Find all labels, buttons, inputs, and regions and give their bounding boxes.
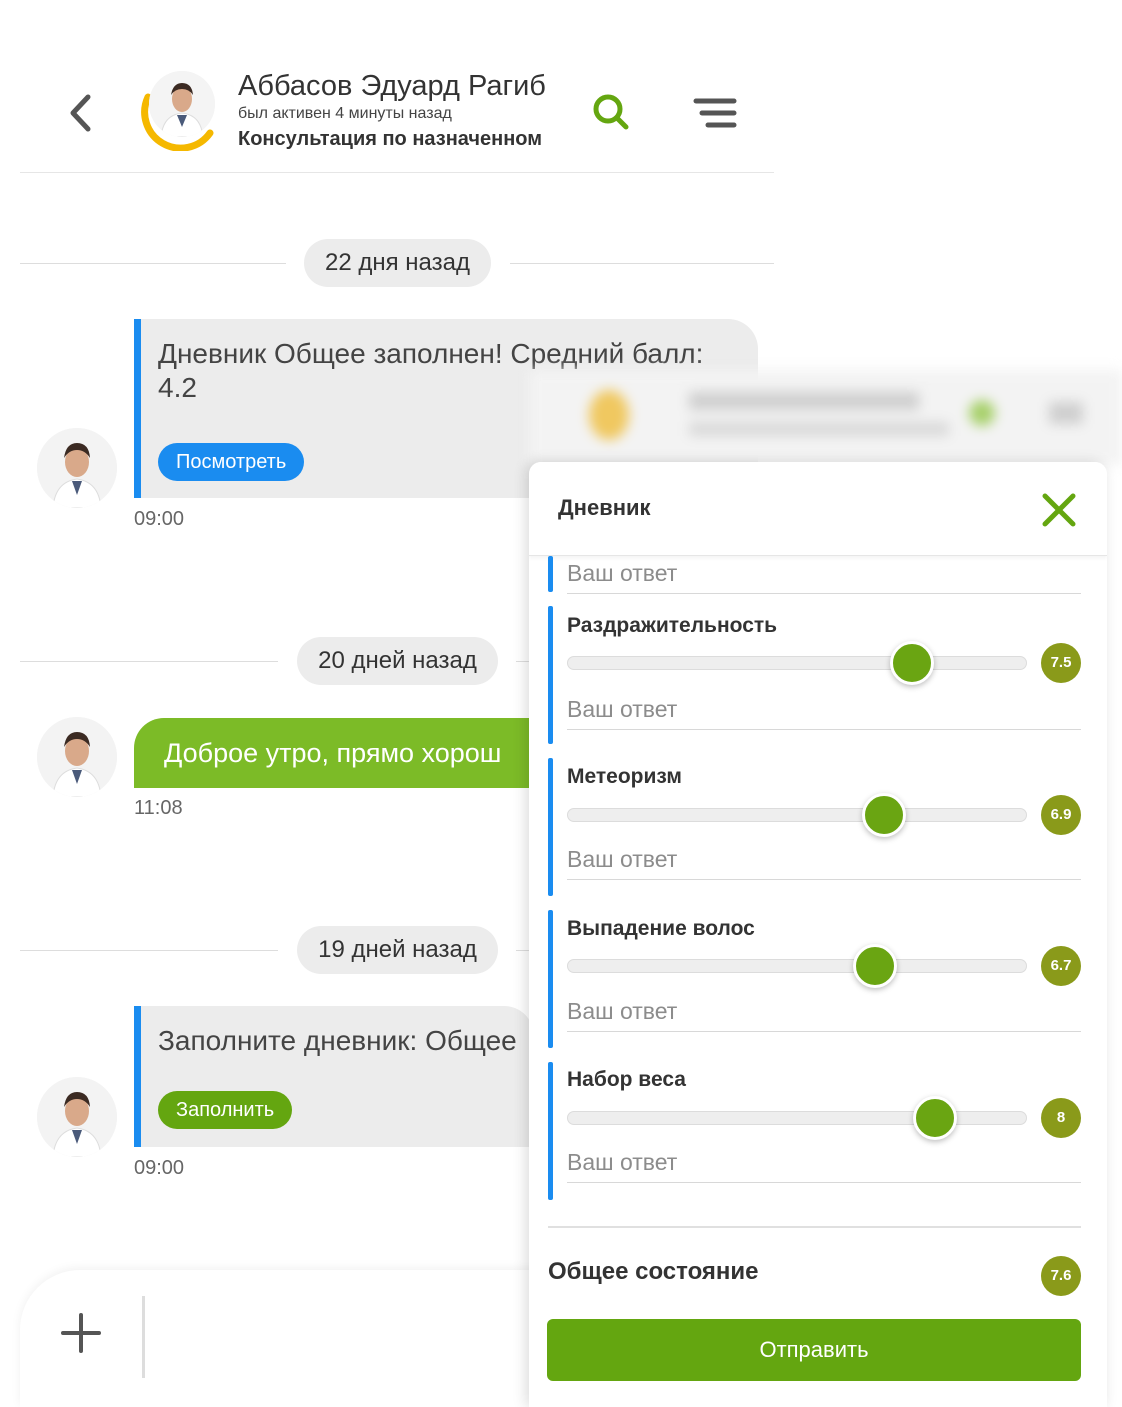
score-badge: 8 — [1041, 1098, 1081, 1138]
diary-title: Дневник — [558, 495, 651, 520]
consultation-topic: Консультация по назначенном — [238, 128, 543, 150]
last-seen-status: был активен 4 минуты назад — [238, 105, 452, 122]
total-label: Общее состояние — [548, 1258, 759, 1285]
answer-input[interactable] — [567, 690, 1081, 730]
message-text: Заполните дневник: Общее — [158, 1025, 517, 1056]
question-marker — [548, 556, 553, 592]
menu-button[interactable] — [692, 93, 738, 133]
date-separator: 22 дня назад — [20, 239, 774, 287]
date-label: 22 дня назад — [304, 239, 491, 287]
slider-thumb[interactable] — [913, 1096, 957, 1140]
blurred-background-header — [529, 370, 1122, 465]
date-label: 20 дней назад — [297, 637, 498, 685]
message-time: 09:00 — [134, 1157, 185, 1179]
back-button[interactable] — [64, 93, 98, 133]
question-marker — [548, 606, 553, 744]
doctor-name: Аббасов Эдуард Рагиб — [238, 70, 546, 102]
question-label: Выпадение волос — [567, 917, 755, 940]
question-label: Раздражительность — [567, 614, 778, 637]
total-score-badge: 7.6 — [1041, 1256, 1081, 1296]
message-text: Дневник Общее заполнен! Средний балл: — [158, 338, 704, 369]
rating-slider[interactable] — [567, 1111, 1027, 1125]
date-label: 19 дней назад — [297, 926, 498, 974]
doctor-avatar[interactable] — [37, 428, 117, 508]
question-marker — [548, 758, 553, 896]
attach-button[interactable] — [60, 1312, 102, 1354]
score-badge: 7.5 — [1041, 643, 1081, 683]
fill-button[interactable]: Заполнить — [158, 1091, 293, 1129]
message-time: 09:00 — [134, 508, 185, 530]
question-marker — [548, 1062, 553, 1200]
message-bubble: Доброе утро, прямо хорош — [134, 718, 534, 788]
close-icon — [1042, 493, 1076, 527]
composer-divider — [142, 1296, 145, 1378]
chat-header: Аббасов Эдуард Рагиб был активен 4 минут… — [20, 55, 774, 173]
answer-input[interactable] — [567, 992, 1081, 1032]
doctor-photo — [149, 71, 215, 137]
slider-thumb[interactable] — [890, 641, 934, 685]
diary-panel-header: Дневник — [529, 462, 1107, 556]
header-avatar[interactable] — [138, 67, 222, 151]
message-time: 11:08 — [134, 797, 183, 819]
doctor-avatar[interactable] — [37, 1077, 117, 1157]
slider-thumb[interactable] — [853, 944, 898, 988]
fill-diary-message: Заполните дневник: Общее Заполнить — [134, 1006, 534, 1147]
question-marker — [548, 910, 553, 1048]
close-button[interactable] — [1039, 490, 1079, 530]
message-text-score: 4.2 — [158, 372, 197, 403]
search-icon — [593, 94, 629, 130]
rating-slider[interactable] — [567, 808, 1027, 822]
question-label: Метеоризм — [567, 765, 682, 788]
chevron-left-icon — [70, 94, 91, 132]
score-badge: 6.7 — [1041, 946, 1081, 986]
total-divider — [548, 1226, 1081, 1228]
plus-icon — [61, 1313, 101, 1353]
rating-slider[interactable] — [567, 656, 1027, 670]
question-label: Набор веса — [567, 1068, 686, 1091]
doctor-avatar[interactable] — [37, 717, 117, 797]
rating-slider[interactable] — [567, 959, 1027, 973]
answer-input[interactable] — [567, 1143, 1081, 1183]
diary-panel: Дневник Раздражительность 7.5 Метеоризм … — [529, 462, 1107, 1407]
score-badge: 6.9 — [1041, 795, 1081, 835]
answer-input[interactable] — [567, 554, 1081, 594]
message-composer — [20, 1270, 580, 1407]
answer-input[interactable] — [567, 840, 1081, 880]
search-button[interactable] — [588, 89, 636, 137]
header-info: Аббасов Эдуард Рагиб был активен 4 минут… — [238, 69, 572, 152]
view-button[interactable]: Посмотреть — [158, 443, 305, 481]
submit-button[interactable]: Отправить — [547, 1319, 1081, 1381]
menu-icon — [693, 98, 737, 128]
slider-thumb[interactable] — [862, 793, 907, 837]
